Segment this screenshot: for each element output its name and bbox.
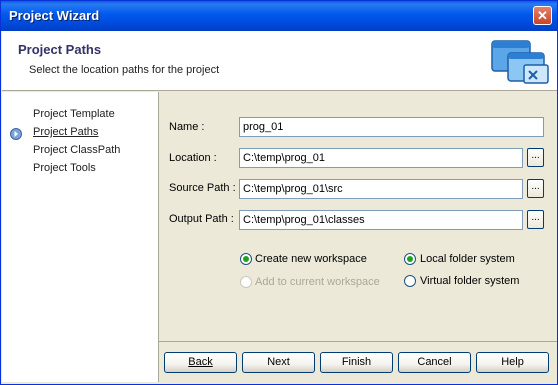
cancel-button[interactable]: Cancel xyxy=(398,352,471,373)
location-field[interactable]: C:\temp\prog_01 xyxy=(239,148,523,168)
close-button[interactable]: ✕ xyxy=(533,6,552,25)
cancel-button-label: Cancel xyxy=(417,356,452,368)
local-folder-radio[interactable] xyxy=(404,253,416,265)
add-workspace-radio[interactable] xyxy=(240,276,252,288)
wizard-header: Project Paths Select the location paths … xyxy=(2,31,557,91)
virtual-folder-label[interactable]: Virtual folder system xyxy=(420,275,519,287)
output-path-field[interactable]: C:\temp\prog_01\classes xyxy=(239,210,523,230)
page-subtitle: Select the location paths for the projec… xyxy=(29,64,220,76)
back-button[interactable]: Back xyxy=(164,352,237,373)
windows-icon xyxy=(491,40,549,84)
back-button-label: Back xyxy=(188,356,213,368)
help-button[interactable]: Help xyxy=(476,352,549,373)
source-path-field[interactable]: C:\temp\prog_01\src xyxy=(239,179,523,199)
local-folder-label[interactable]: Local folder system xyxy=(420,253,515,265)
current-step-arrow-icon xyxy=(10,128,22,140)
output-path-label: Output Path : xyxy=(169,213,234,225)
nav-item-project-tools[interactable]: Project Tools xyxy=(33,162,96,174)
nav-item-project-classpath[interactable]: Project ClassPath xyxy=(33,144,120,156)
output-path-browse-button[interactable]: ... xyxy=(527,210,544,229)
name-field[interactable]: prog_01 xyxy=(239,117,544,137)
source-path-browse-button[interactable]: ... xyxy=(527,179,544,198)
title-bar[interactable]: Project Wizard ✕ xyxy=(1,1,557,31)
virtual-folder-radio[interactable] xyxy=(404,275,416,287)
nav-item-project-paths[interactable]: Project Paths xyxy=(33,126,98,138)
next-button[interactable]: Next xyxy=(242,352,315,373)
window-title: Project Wizard xyxy=(9,8,100,23)
location-browse-button[interactable]: ... xyxy=(527,148,544,167)
nav-item-project-template[interactable]: Project Template xyxy=(33,108,115,120)
finish-button-label: Finish xyxy=(341,356,372,368)
footer-divider xyxy=(159,341,557,342)
help-button-label: Help xyxy=(501,356,524,368)
add-workspace-label: Add to current workspace xyxy=(255,276,380,288)
wizard-steps-panel: Project Template Project Paths Project C… xyxy=(2,92,159,382)
next-button-label: Next xyxy=(267,356,290,368)
location-label: Location : xyxy=(169,152,217,164)
create-workspace-radio[interactable] xyxy=(240,253,252,265)
page-title: Project Paths xyxy=(18,42,102,57)
project-wizard-window: Project Wizard ✕ Project Paths Select th… xyxy=(0,0,558,385)
create-workspace-label[interactable]: Create new workspace xyxy=(255,253,367,265)
source-path-label: Source Path : xyxy=(169,182,236,194)
finish-button[interactable]: Finish xyxy=(320,352,393,373)
name-label: Name : xyxy=(169,121,205,133)
